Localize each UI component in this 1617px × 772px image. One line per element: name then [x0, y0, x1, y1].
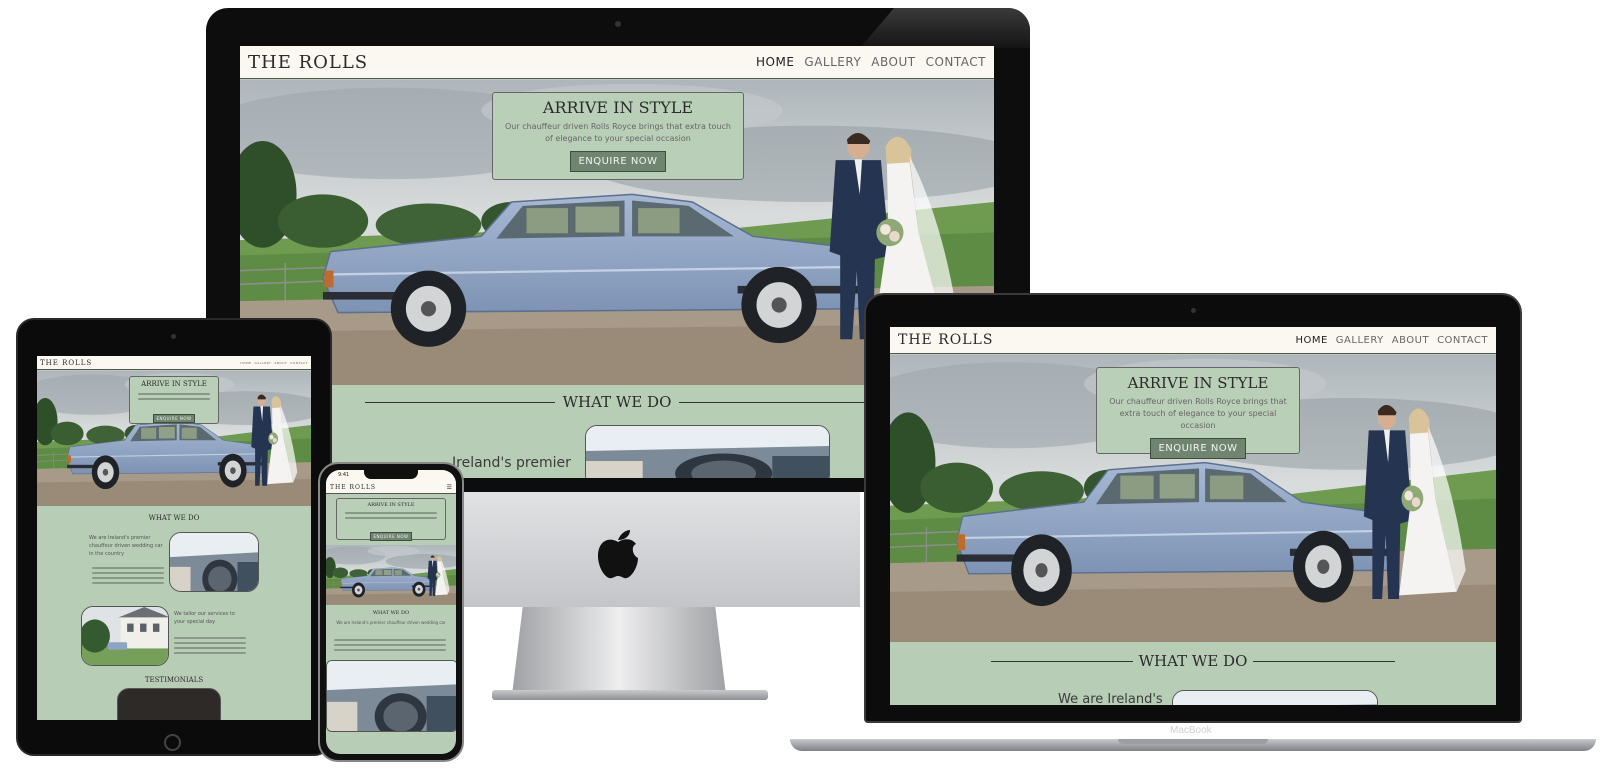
menu-icon[interactable]: ☰: [447, 484, 452, 491]
macbook-screen: THE ROLLS HOME GALLERY ABOUT CONTACT ARR…: [890, 327, 1496, 705]
testimonials-title: TESTIMONIALS: [144, 676, 204, 684]
brand-logo[interactable]: THE ROLLS: [248, 52, 368, 73]
phone-section-title: WHAT WE DO: [372, 610, 410, 616]
tablet-home-button[interactable]: [164, 734, 181, 751]
tablet-hero-card: ARRIVE IN STYLE ENQUIRE NOW: [129, 376, 219, 424]
laptop-nav-about[interactable]: ABOUT: [1392, 335, 1429, 346]
laptop-hero-card: ARRIVE IN STYLE Our chauffeur driven Rol…: [1096, 367, 1300, 459]
laptop-hero-title: ARRIVE IN STYLE: [1097, 374, 1299, 392]
laptop-interior-photo: [1172, 690, 1378, 705]
phone-hero-card: ARRIVE IN STYLE ENQUIRE NOW: [336, 498, 446, 541]
tablet-section-title: WHAT WE DO: [148, 514, 200, 522]
tablet-hero-title: ARRIVE IN STYLE: [130, 380, 218, 388]
laptop-hero-subtitle: Our chauffeur driven Rolls Royce brings …: [1109, 397, 1287, 430]
macbook-label: MacBook: [1170, 725, 1212, 736]
laptop-nav-home[interactable]: HOME: [1295, 335, 1327, 346]
phone-time: 9:41: [338, 472, 350, 478]
hero-card: ARRIVE IN STYLE Our chauffeur driven Rol…: [492, 92, 744, 180]
enquire-button[interactable]: ENQUIRE NOW: [570, 151, 666, 172]
phone-intro: We are Ireland's premier chauffeur drive…: [336, 620, 446, 625]
laptop-nav-gallery[interactable]: GALLERY: [1336, 335, 1384, 346]
tablet-enquire-button[interactable]: ENQUIRE NOW: [152, 414, 196, 423]
nav-gallery[interactable]: GALLERY: [804, 55, 861, 69]
tablet-brand[interactable]: THE ROLLS: [40, 359, 92, 367]
testimonial-photo: [117, 688, 221, 720]
laptop-brand[interactable]: THE ROLLS: [898, 332, 993, 348]
phone-enquire-button[interactable]: ENQUIRE NOW: [369, 532, 413, 541]
tablet-intro: We are Ireland's premier chauffeur drive…: [89, 535, 163, 557]
nav-contact[interactable]: CONTACT: [926, 55, 986, 69]
laptop-enquire-button[interactable]: ENQUIRE NOW: [1150, 438, 1246, 459]
phone-hero: [326, 545, 456, 605]
hero-subtitle: Our chauffeur driven Rolls Royce brings …: [505, 122, 731, 143]
tablet-house-photo: [81, 606, 169, 666]
laptop-section: WHAT WE DO We are Ireland's: [890, 642, 1496, 705]
tablet-second-text: We tailor our services to your special d…: [174, 611, 235, 625]
laptop-nav-contact[interactable]: CONTACT: [1437, 335, 1488, 346]
phone-notch: [364, 470, 418, 479]
imac-chin: [440, 492, 860, 607]
phone-screen: 9:41 THE ROLLS ☰ ARRIVE IN STYLE ENQUIRE…: [326, 470, 456, 754]
tablet-camera: [171, 334, 176, 339]
tablet-interior-photo: [169, 532, 259, 592]
tablet-nav-home[interactable]: HOME: [240, 361, 251, 365]
interior-photo: [585, 425, 830, 478]
tablet-section: WHAT WE DO We are Ireland's premier chau…: [37, 506, 311, 720]
macbook-camera: [1191, 308, 1196, 313]
intro-text: Ireland's premier: [452, 455, 571, 471]
hero-title: ARRIVE IN STYLE: [493, 98, 743, 117]
laptop-section-title: WHAT WE DO: [890, 652, 1496, 670]
imac-stand: [512, 607, 726, 695]
phone-interior-photo: [326, 660, 456, 732]
tablet-screen: THE ROLLS HOME GALLERY ABOUT CONTACT ARR…: [37, 356, 311, 720]
phone-brand[interactable]: THE ROLLS: [330, 484, 376, 491]
laptop-hero: ARRIVE IN STYLE Our chauffeur driven Rol…: [890, 355, 1496, 642]
nav-about[interactable]: ABOUT: [871, 55, 915, 69]
laptop-intro-text: We are Ireland's: [1058, 692, 1163, 705]
imac-base: [492, 690, 768, 700]
imac-camera: [615, 21, 621, 27]
tablet-nav-about[interactable]: ABOUT: [274, 361, 287, 365]
main-nav: HOME GALLERY ABOUT CONTACT: [756, 55, 986, 69]
apple-logo-icon: [596, 528, 640, 580]
tablet-nav-gallery[interactable]: GALLERY: [254, 361, 271, 365]
macbook-hinge: [1118, 739, 1268, 744]
tablet-nav-contact[interactable]: CONTACT: [290, 361, 308, 365]
tablet-hero: ARRIVE IN STYLE ENQUIRE NOW: [37, 371, 311, 506]
nav-home[interactable]: HOME: [756, 55, 794, 69]
